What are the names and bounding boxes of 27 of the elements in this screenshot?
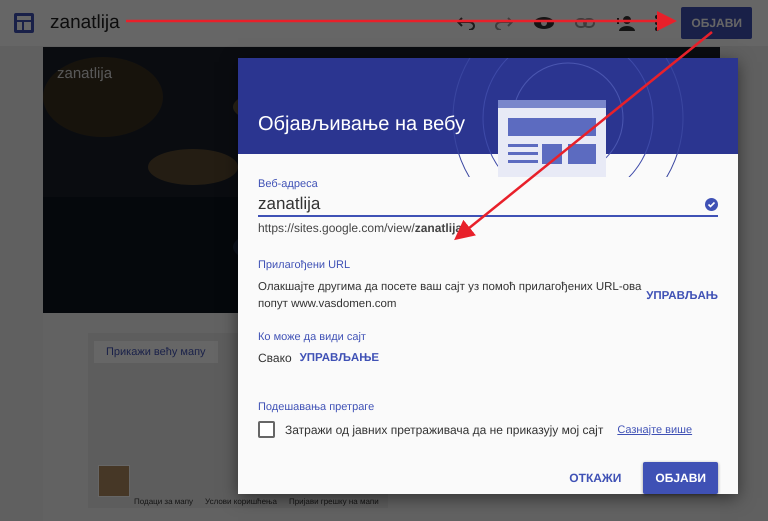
cancel-button[interactable]: ОТКАЖИ <box>559 463 632 493</box>
web-address-field[interactable]: zanatlija <box>258 194 705 214</box>
publish-button[interactable]: ОБЈАВИ <box>643 462 718 494</box>
link-icon[interactable] <box>575 17 596 29</box>
site-name: zanatlija <box>50 12 120 34</box>
add-person-icon[interactable] <box>615 15 636 31</box>
section-heading: Подешавања претраге <box>258 401 376 413</box>
more-icon[interactable] <box>655 15 660 31</box>
manage-button[interactable]: УПРАВЉАЊ <box>646 290 718 302</box>
redo-icon[interactable] <box>495 16 514 30</box>
preview-eye-icon[interactable] <box>533 16 556 30</box>
custom-url-description: Олакшајте другима да посете ваш сајт уз помоћ прилагођених URL-ова попут www.vasdomen.com <box>258 280 642 312</box>
undo-icon[interactable] <box>457 16 476 30</box>
checkbox-label: Затражи од јавних претраживача да не приказују мој сајт <box>285 422 604 436</box>
checkbox[interactable] <box>258 421 275 438</box>
site-layout-icon <box>14 13 34 33</box>
map-thumbnail <box>98 465 130 497</box>
section-heading: Ко може да види сајт <box>258 331 367 343</box>
dialog-title: Објављивање на вебу <box>258 113 465 136</box>
section-heading: Прилагођени URL <box>258 259 352 271</box>
site-title: zanatlija <box>57 65 112 82</box>
visibility-value: Свако <box>258 351 292 365</box>
manage-button[interactable]: УПРАВЉАЊЕ <box>300 352 380 364</box>
learn-more-link[interactable]: Сазнајте више <box>617 424 692 436</box>
check-icon <box>705 198 718 210</box>
field-label: Веб-адреса <box>258 178 319 190</box>
site-url: https://sites.google.com/view/zanatlija <box>258 221 464 235</box>
